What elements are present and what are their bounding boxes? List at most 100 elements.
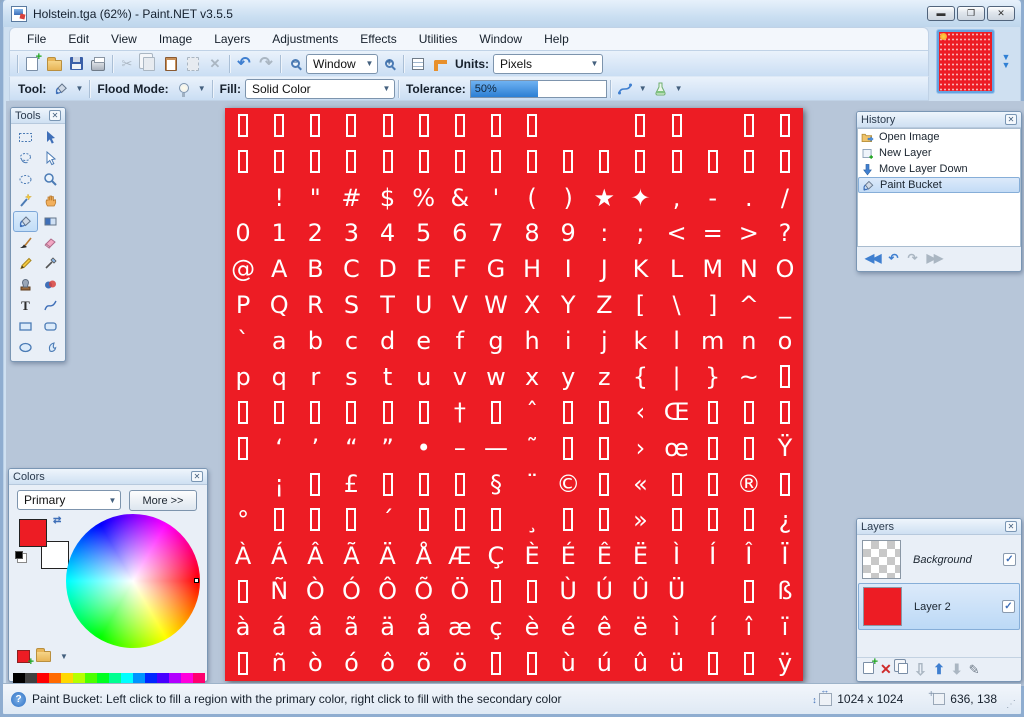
canvas[interactable]: ! " # $% & ' () ★ ✦, -. / 0 1 2 3 4 5 6 7 8 9:; < = >? @ A B C D E F G H… xyxy=(225,108,803,681)
rectangle-tool[interactable] xyxy=(13,316,38,337)
layer-row[interactable]: Background ✓ xyxy=(858,536,1020,583)
grid-icon[interactable] xyxy=(407,54,429,74)
menu-file[interactable]: File xyxy=(16,29,57,49)
move-layer-down-icon[interactable]: ⬇ xyxy=(951,661,963,678)
rounded-rectangle-tool[interactable] xyxy=(38,316,63,337)
move-selected-pixels-tool[interactable] xyxy=(38,127,63,148)
close-icon[interactable]: ✕ xyxy=(1005,114,1017,125)
primary-color-swatch[interactable] xyxy=(19,519,47,547)
paintbrush-tool[interactable] xyxy=(13,232,38,253)
menu-help[interactable]: Help xyxy=(533,29,580,49)
active-tool-icon[interactable] xyxy=(50,79,72,99)
blend-mode-icon[interactable] xyxy=(650,79,672,99)
units-dropdown[interactable]: Pixels ▼ xyxy=(493,53,603,74)
eraser-tool[interactable] xyxy=(38,232,63,253)
menu-view[interactable]: View xyxy=(100,29,148,49)
redo-icon[interactable]: ↷ xyxy=(908,251,918,265)
lasso-select-tool[interactable] xyxy=(13,148,38,169)
paint-bucket-tool[interactable] xyxy=(13,211,38,232)
deselect-icon[interactable]: ✕ xyxy=(204,54,226,74)
line-curve-tool[interactable] xyxy=(38,295,63,316)
save-icon[interactable] xyxy=(65,54,87,74)
layer-row[interactable]: Layer 2 ✓ xyxy=(858,583,1020,630)
close-icon[interactable]: ✕ xyxy=(1005,521,1017,532)
layer-visibility-checkbox[interactable]: ✓ xyxy=(1002,600,1015,613)
hue-marker[interactable] xyxy=(194,578,199,583)
ellipse-tool[interactable] xyxy=(13,337,38,358)
move-layer-up-icon[interactable]: ⬆ xyxy=(933,661,945,678)
redo-icon[interactable]: ↷ xyxy=(255,54,277,74)
open-image-thumbnail[interactable] xyxy=(937,30,994,93)
history-item[interactable]: Paint Bucket xyxy=(858,177,1020,193)
close-icon[interactable]: ✕ xyxy=(191,471,203,482)
color-picker-tool[interactable] xyxy=(38,253,63,274)
undo-icon[interactable]: ↶ xyxy=(233,54,255,74)
copy-icon[interactable] xyxy=(138,54,160,74)
magic-wand-tool[interactable] xyxy=(13,190,38,211)
layer-properties-icon[interactable]: ✎ xyxy=(969,662,980,678)
new-icon[interactable] xyxy=(21,51,43,74)
open-icon[interactable] xyxy=(43,54,65,74)
chevron-down-icon[interactable]: ▼ xyxy=(60,652,68,661)
chevron-down-icon[interactable]: ▼ xyxy=(198,84,206,93)
recolor-tool[interactable] xyxy=(38,274,63,295)
history-item[interactable]: Open Image xyxy=(858,129,1020,145)
more-button[interactable]: More >> xyxy=(129,490,197,511)
history-item[interactable]: Move Layer Down xyxy=(858,161,1020,177)
reset-colors-icon[interactable] xyxy=(15,551,23,559)
ellipse-select-tool[interactable] xyxy=(13,169,38,190)
palette-menu-icon[interactable] xyxy=(36,648,51,662)
antialiasing-icon[interactable] xyxy=(614,79,636,99)
chevron-down-icon[interactable]: ▼ xyxy=(75,84,83,93)
color-wheel[interactable] xyxy=(66,514,200,648)
menu-layers[interactable]: Layers xyxy=(203,29,261,49)
flood-mode-icon[interactable] xyxy=(173,79,195,99)
canvas-glyph-cell: å xyxy=(416,613,432,642)
add-color-icon[interactable] xyxy=(17,650,34,668)
rectangle-select-tool[interactable] xyxy=(13,127,38,148)
zoom-in-icon[interactable]: + xyxy=(378,54,400,74)
color-mode-dropdown[interactable]: Primary ▼ xyxy=(17,490,121,510)
move-selection-tool[interactable] xyxy=(38,148,63,169)
fill-dropdown[interactable]: Solid Color ▼ xyxy=(244,78,395,99)
menu-effects[interactable]: Effects xyxy=(349,29,407,49)
ruler-icon[interactable] xyxy=(429,54,451,74)
resize-grip[interactable]: ⋰ xyxy=(1006,699,1017,710)
chevron-down-icon[interactable]: ▼ xyxy=(639,84,647,93)
menu-image[interactable]: Image xyxy=(148,29,203,49)
fast-forward-icon[interactable]: ▶▶ xyxy=(927,251,944,265)
pan-tool[interactable] xyxy=(38,190,63,211)
menu-utilities[interactable]: Utilities xyxy=(408,29,469,49)
maximize-button[interactable]: ❐ xyxy=(957,6,985,21)
paste-icon[interactable] xyxy=(160,54,182,74)
rewind-icon[interactable]: ◀◀ xyxy=(865,251,882,265)
tolerance-slider[interactable]: 50% xyxy=(469,79,607,98)
delete-layer-icon[interactable]: ✕ xyxy=(880,661,892,678)
close-button[interactable]: ✕ xyxy=(987,6,1015,21)
cut-icon[interactable]: ✂ xyxy=(116,54,138,74)
menu-edit[interactable]: Edit xyxy=(57,29,100,49)
zoom-tool[interactable] xyxy=(38,169,63,190)
gradient-tool[interactable] xyxy=(38,211,63,232)
duplicate-layer-icon[interactable] xyxy=(897,661,908,679)
zoom-out-icon[interactable]: − xyxy=(284,54,306,74)
layer-visibility-checkbox[interactable]: ✓ xyxy=(1003,553,1016,566)
print-icon[interactable] xyxy=(87,54,109,74)
pencil-tool[interactable] xyxy=(13,253,38,274)
close-icon[interactable]: ✕ xyxy=(49,110,61,121)
merge-down-icon[interactable]: ⇩ xyxy=(914,660,927,680)
undo-icon[interactable]: ↶ xyxy=(888,251,898,265)
image-list-chevron-icon[interactable]: ▼ ▼ xyxy=(999,53,1013,70)
chevron-down-icon[interactable]: ▼ xyxy=(675,84,683,93)
add-layer-icon[interactable] xyxy=(863,656,878,679)
text-tool[interactable]: T xyxy=(13,295,38,316)
clone-stamp-tool[interactable] xyxy=(13,274,38,295)
menu-adjustments[interactable]: Adjustments xyxy=(261,29,349,49)
zoom-mode-dropdown[interactable]: Window ▼ xyxy=(306,53,378,74)
crop-icon[interactable] xyxy=(182,54,204,74)
swap-colors-icon[interactable]: ⇄ xyxy=(53,515,61,526)
freeform-shape-tool[interactable] xyxy=(38,337,63,358)
minimize-button[interactable]: ▬ xyxy=(927,6,955,21)
history-item[interactable]: New Layer xyxy=(858,145,1020,161)
menu-window[interactable]: Window xyxy=(468,29,533,49)
